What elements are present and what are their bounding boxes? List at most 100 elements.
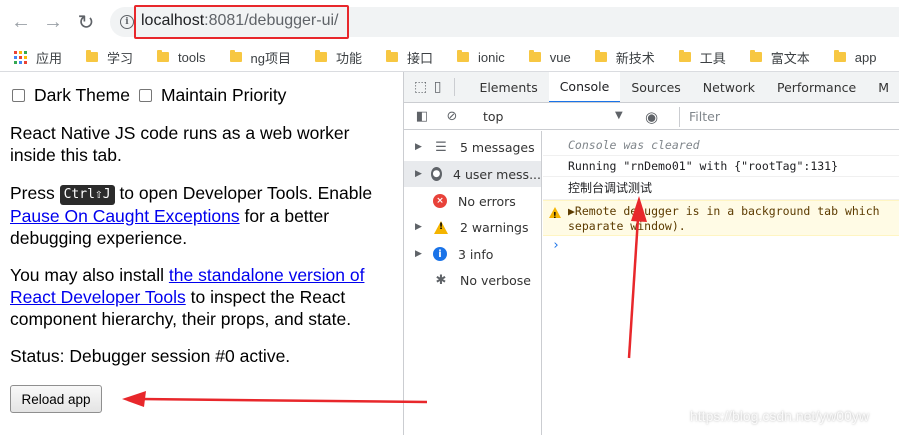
devtools-text-start: Press — [10, 183, 60, 203]
error-icon: × — [433, 194, 447, 208]
bookmark-label: ionic — [478, 49, 505, 65]
warning-text-line2: separate window). — [568, 219, 686, 233]
forward-arrow-icon[interactable]: → — [40, 9, 66, 35]
chevron-down-icon[interactable]: ▼ — [615, 110, 623, 121]
reload-app-button[interactable]: Reload app — [10, 385, 102, 413]
console-cleared-message: Console was cleared — [543, 136, 899, 156]
devtools-text-mid: to open Developer Tools. Enable — [114, 183, 373, 203]
debugger-page: Dark Theme Maintain Priority React Nativ… — [0, 72, 403, 435]
bookmark-folder[interactable]: 工具 — [678, 48, 726, 67]
folder-icon — [528, 50, 541, 62]
folder-icon — [457, 50, 469, 62]
bookmark-label: ng项目 — [250, 50, 291, 66]
maintain-priority-label[interactable]: Maintain Priority — [161, 84, 286, 106]
context-selector[interactable]: top — [483, 109, 503, 124]
folder-icon — [749, 50, 762, 62]
dark-theme-label[interactable]: Dark Theme — [34, 84, 130, 106]
caret-right-icon: ▶ — [415, 142, 422, 152]
clear-console-icon[interactable]: ⊘ — [444, 108, 460, 124]
bookmark-folder[interactable]: 接口 — [385, 48, 433, 67]
devtools-tab-bar: ⬚ ▯ Elements Console Sources Network Per… — [404, 72, 899, 103]
info-icon[interactable]: i — [120, 15, 134, 29]
bookmark-apps[interactable]: 应用 — [14, 48, 62, 67]
tab-network[interactable]: Network — [692, 72, 766, 102]
bookmark-folder[interactable]: ng项目 — [229, 48, 291, 67]
sidebar-item-label: 5 messages — [460, 139, 535, 155]
warning-icon: ! — [434, 220, 448, 234]
eye-icon[interactable]: ◉ — [645, 108, 658, 126]
bookmark-label: app — [854, 49, 877, 65]
bug-icon: ✱ — [435, 272, 447, 288]
bookmark-label: tools — [178, 49, 206, 65]
pause-on-exceptions-link[interactable]: Pause On Caught Exceptions — [10, 206, 240, 226]
filter-input[interactable]: Filter — [679, 107, 899, 127]
console-log-message: Running "rnDemo01" with {"rootTag":131} — [543, 157, 899, 177]
warning-text-line1: ▶Remote debugger is in a background tab … — [568, 204, 880, 218]
bookmark-folder[interactable]: 学习 — [86, 48, 133, 67]
devtools-paragraph: Press Ctrl⇧J to open Developer Tools. En… — [10, 182, 395, 249]
sidebar-item-errors[interactable]: × No errors — [404, 188, 541, 214]
folder-icon — [594, 50, 607, 62]
status-text: Status: Debugger session #0 active. — [10, 346, 291, 366]
console-sidebar: ▶ ☰ 5 messages ▶ ● 4 user mess... × No e… — [404, 131, 542, 435]
bookmarks-bar: 应用 学习 tools ng项目 功能 接口 ionic vue 新技术 工具 … — [0, 44, 899, 70]
react-devtools-paragraph: You may also install the standalone vers… — [10, 264, 395, 330]
bookmark-label: 学习 — [107, 50, 134, 66]
sidebar-item-warnings[interactable]: ▶ ! 2 warnings — [404, 214, 541, 240]
devtools-panel: ⬚ ▯ Elements Console Sources Network Per… — [403, 72, 899, 435]
react-devtools-text-start: You may also install — [10, 265, 169, 285]
console-prompt-chevron-icon[interactable]: › — [543, 238, 899, 256]
caret-right-icon: ▶ — [415, 169, 422, 179]
folder-icon — [678, 50, 691, 62]
tab-sources[interactable]: Sources — [620, 72, 691, 102]
sidebar-item-label: No errors — [458, 193, 516, 209]
folder-icon — [86, 50, 99, 62]
inspect-element-icon[interactable]: ⬚ — [414, 78, 427, 96]
options-row: Dark Theme Maintain Priority — [12, 84, 295, 106]
caret-right-icon: ▶ — [415, 249, 422, 259]
folder-icon — [314, 50, 327, 62]
sidebar-item-label: 2 warnings — [460, 219, 529, 235]
browser-chrome: ← → ↻ i localhost:8081/debugger-ui/ 应用 学… — [0, 0, 899, 72]
bookmark-folder[interactable]: 富文本 — [749, 48, 810, 67]
sidebar-item-user-messages[interactable]: ▶ ● 4 user mess... — [404, 161, 541, 187]
sidebar-item-label: No verbose — [460, 272, 531, 288]
shortcut-kbd: Ctrl⇧J — [59, 185, 115, 205]
user-icon: ● — [430, 167, 443, 181]
console-warning-message[interactable]: ! ▶Remote debugger is in a background ta… — [543, 200, 899, 236]
folder-icon — [833, 50, 846, 62]
folder-icon — [157, 50, 170, 62]
bookmark-folder[interactable]: tools — [157, 49, 206, 65]
console-log-message: 控制台调试测试 — [543, 178, 899, 200]
url-annotation-box — [134, 5, 349, 39]
sidebar-item-info[interactable]: ▶ i 3 info — [404, 241, 541, 267]
info-icon: i — [433, 247, 447, 261]
watermark-text: https://blog.csdn.net/yw00yw — [690, 408, 869, 424]
bookmark-label: 工具 — [699, 50, 726, 66]
folder-icon — [385, 50, 398, 62]
sidebar-toggle-icon[interactable]: ◧ — [414, 108, 430, 124]
bookmark-folder[interactable]: ionic — [457, 50, 505, 65]
list-icon: ☰ — [435, 139, 447, 155]
bookmark-folder[interactable]: vue — [528, 50, 571, 65]
reload-icon[interactable]: ↻ — [73, 9, 99, 35]
bookmark-folder[interactable]: 新技术 — [594, 48, 655, 67]
intro-paragraph: React Native JS code runs as a web worke… — [10, 123, 350, 165]
bookmark-folder[interactable]: app — [833, 49, 877, 65]
bookmark-label: 新技术 — [615, 50, 655, 66]
apps-grid-icon — [14, 50, 27, 64]
maintain-priority-checkbox[interactable] — [138, 88, 152, 102]
sidebar-item-verbose[interactable]: ✱ No verbose — [404, 267, 541, 293]
tab-console[interactable]: Console — [548, 72, 621, 102]
sidebar-item-label: 4 user mess... — [453, 166, 541, 182]
device-toolbar-icon[interactable]: ▯ — [433, 78, 442, 96]
tab-performance[interactable]: Performance — [766, 72, 867, 102]
dark-theme-checkbox[interactable] — [12, 88, 25, 102]
console-toolbar: ◧ ⊘ top ▼ ◉ Filter — [404, 103, 899, 130]
warning-icon: ! — [549, 207, 561, 220]
back-arrow-icon[interactable]: ← — [8, 9, 34, 35]
tab-elements[interactable]: Elements — [468, 72, 548, 102]
sidebar-item-messages[interactable]: ▶ ☰ 5 messages — [404, 134, 541, 160]
bookmark-folder[interactable]: 功能 — [314, 48, 362, 67]
tab-memory[interactable]: M — [867, 72, 899, 102]
